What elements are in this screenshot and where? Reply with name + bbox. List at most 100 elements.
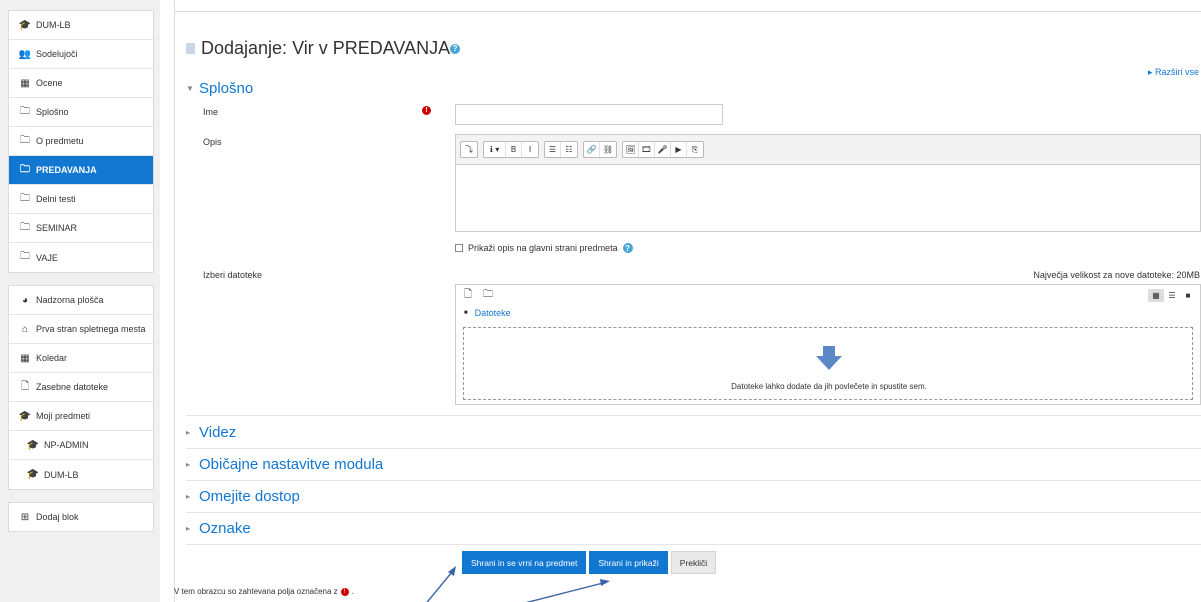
file-picker-toolbar: 🗋 🗀 xyxy=(456,285,1200,305)
grades-table-icon: ▦ xyxy=(20,77,30,89)
file-dropzone[interactable]: Datoteke lahko dodate da jih povlečete i… xyxy=(463,327,1193,400)
caret-right-icon: ▸ xyxy=(186,460,191,469)
folder-icon: 🗀 xyxy=(20,163,30,175)
drop-arrow-icon xyxy=(816,346,842,370)
grid-view-icon[interactable]: ▦ xyxy=(1148,289,1164,302)
toolbar-group: ☰ ☷ xyxy=(544,141,578,158)
numbered-list-icon[interactable]: ☷ xyxy=(561,142,577,157)
sidebar-item-label: DUM-LB xyxy=(44,469,79,480)
section-label: Videz xyxy=(199,424,237,441)
sidebar-item-dum-lb[interactable]: 🎓 DUM-LB xyxy=(9,11,153,40)
image-icon[interactable]: 🖼 xyxy=(623,142,639,157)
sidebar-item-label: Prva stran spletnega mesta xyxy=(36,324,146,334)
new-folder-icon[interactable]: 🗀 xyxy=(482,289,494,301)
unlink-icon[interactable]: ⛓ xyxy=(600,142,616,157)
sidebar-item-label: O predmetu xyxy=(36,136,84,146)
add-block-button[interactable]: ⊞ Dodaj blok xyxy=(9,503,153,531)
description-label: Opis xyxy=(203,137,222,147)
file-path-breadcrumb[interactable]: ■ Datoteke xyxy=(464,308,511,318)
expand-all-label: Razširi vse xyxy=(1154,67,1199,77)
sidebar-item-np-admin[interactable]: 🎓 NP-ADMIN xyxy=(9,431,153,460)
sidebar-item-label: PREDAVANJA xyxy=(36,165,97,175)
show-description-row: Prikaži opis na glavni strani predmeta ? xyxy=(455,243,633,253)
sidebar-item-zasebne-datoteke[interactable]: 🗋 Zasebne datoteke xyxy=(9,373,153,402)
folder-icon: ■ xyxy=(464,310,468,316)
italic-icon[interactable]: I xyxy=(522,142,538,157)
info-icon[interactable]: ℹ ▾ xyxy=(484,142,506,157)
name-label: Ime xyxy=(203,107,219,117)
section-divider xyxy=(186,544,1201,545)
bullet-list-icon[interactable]: ☰ xyxy=(545,142,561,157)
document-icon xyxy=(186,43,195,54)
graduation-cap-icon: 🎓 xyxy=(18,19,32,31)
page-title-text: Dodajanje: Vir v PREDAVANJA xyxy=(201,38,451,58)
sidebar-item-label: Moji predmeti xyxy=(36,411,91,421)
expand-all-link[interactable]: ▸ Razširi vse xyxy=(1148,67,1199,78)
save-and-display-button[interactable]: Shrani in prikaži xyxy=(589,551,668,574)
toolbar-group: ℹ ▾ B I xyxy=(483,141,539,158)
save-and-return-button[interactable]: Shrani in se vrni na predmet xyxy=(462,551,587,574)
caret-down-icon: ▼ xyxy=(186,84,194,93)
required-note-text: V tem obrazcu so zahtevana polja označen… xyxy=(174,587,338,596)
form-buttons: Shrani in se vrni na predmet Shrani in p… xyxy=(462,551,719,574)
sidebar-item-delni-testi[interactable]: 🗀 Delni testi xyxy=(9,185,153,214)
bold-icon[interactable]: B xyxy=(506,142,522,157)
required-icon: ! xyxy=(422,106,431,115)
name-input[interactable] xyxy=(455,104,723,125)
indent-icon[interactable]: ⤵ xyxy=(461,142,477,157)
sidebar-item-dum-lb[interactable]: 🎓 DUM-LB xyxy=(9,460,153,489)
section-label: Omejite dostop xyxy=(199,488,300,505)
section-divider xyxy=(186,448,1201,449)
description-textarea[interactable] xyxy=(456,165,1200,231)
sidebar-item-sodelujo-i[interactable]: 👥 Sodelujoči xyxy=(9,40,153,69)
section-general-header[interactable]: ▼ Splošno xyxy=(186,80,253,97)
folder-icon: 🗀 xyxy=(20,192,30,204)
sidebar-item-moji-predmeti[interactable]: 🎓 Moji predmeti xyxy=(9,402,153,431)
sidebar-item-label: Splošno xyxy=(36,107,69,117)
section-header-oznake[interactable]: ▸ Oznake xyxy=(186,520,251,537)
new-file-icon[interactable]: 🗋 xyxy=(462,289,474,301)
users-icon: 👥 xyxy=(18,48,32,60)
link-icon[interactable]: 🔗 xyxy=(584,142,600,157)
tree-view-icon[interactable]: ■ xyxy=(1180,289,1196,302)
section-header-videz[interactable]: ▸ Videz xyxy=(186,424,236,441)
section-header-omejite-dostop[interactable]: ▸ Omejite dostop xyxy=(186,488,300,505)
section-divider xyxy=(186,480,1201,481)
video-icon[interactable]: ▶ xyxy=(671,142,687,157)
section-divider xyxy=(186,415,1201,416)
folder-icon: 🗀 xyxy=(20,251,30,262)
section-general-label: Splošno xyxy=(199,80,254,97)
max-file-size: Največja velikost za nove datoteke: 20MB xyxy=(1033,270,1200,280)
microphone-icon[interactable]: 🎤 xyxy=(655,142,671,157)
sidebar-item-label: NP-ADMIN xyxy=(44,440,89,450)
help-icon[interactable]: ? xyxy=(622,243,633,253)
file-path-label: Datoteke xyxy=(474,308,511,318)
graduation-cap-icon: 🎓 xyxy=(18,410,32,422)
copy-icon[interactable]: ⎘ xyxy=(687,142,703,157)
sidebar-item-koledar[interactable]: ▦ Koledar xyxy=(9,344,153,373)
media-icon[interactable]: 🎞 xyxy=(639,142,655,157)
file-picker: 🗋 🗀 ▦ ☰ ■ ■ Datoteke Datoteke lahko doda… xyxy=(455,284,1201,405)
plus-square-icon: ⊞ xyxy=(20,511,30,523)
graduation-cap-icon: 🎓 xyxy=(26,439,40,451)
sidebar-item-label: Nadzorna plošča xyxy=(36,295,104,305)
cancel-button[interactable]: Prekliči xyxy=(670,551,717,574)
sidebar-item-predavanja[interactable]: 🗀 PREDAVANJA xyxy=(9,156,153,185)
sidebar-item-splo-no[interactable]: 🗀 Splošno xyxy=(9,98,153,127)
sidebar-item-seminar[interactable]: 🗀 SEMINAR xyxy=(9,214,153,243)
help-icon[interactable]: ? xyxy=(450,43,461,54)
sidebar-item-vaje[interactable]: 🗀 VAJE xyxy=(9,243,153,272)
calendar-icon: ▦ xyxy=(20,352,30,364)
required-fields-note: V tem obrazcu so zahtevana polja označen… xyxy=(174,587,354,596)
sidebar-item-o-predmetu[interactable]: 🗀 O predmetu xyxy=(9,127,153,156)
top-divider xyxy=(174,0,1201,12)
sidebar-item-nadzorna-plo-a[interactable]: ◕ Nadzorna plošča xyxy=(9,286,153,315)
sidebar-item-prva-stran-spletnega-mesta[interactable]: ⌂ Prva stran spletnega mesta xyxy=(9,315,153,344)
show-description-checkbox[interactable] xyxy=(455,244,463,252)
dropzone-text: Datoteke lahko dodate da jih povlečete i… xyxy=(731,382,927,391)
site-navigation: ◕ Nadzorna plošča ⌂ Prva stran spletnega me… xyxy=(8,285,154,490)
sidebar-item-ocene[interactable]: ▦ Ocene xyxy=(9,69,153,98)
list-view-icon[interactable]: ☰ xyxy=(1164,289,1180,302)
section-header-obi-ajne-nastavitve-modula[interactable]: ▸ Običajne nastavitve modula xyxy=(186,456,383,473)
view-switcher: ▦ ☰ ■ xyxy=(1148,289,1196,302)
